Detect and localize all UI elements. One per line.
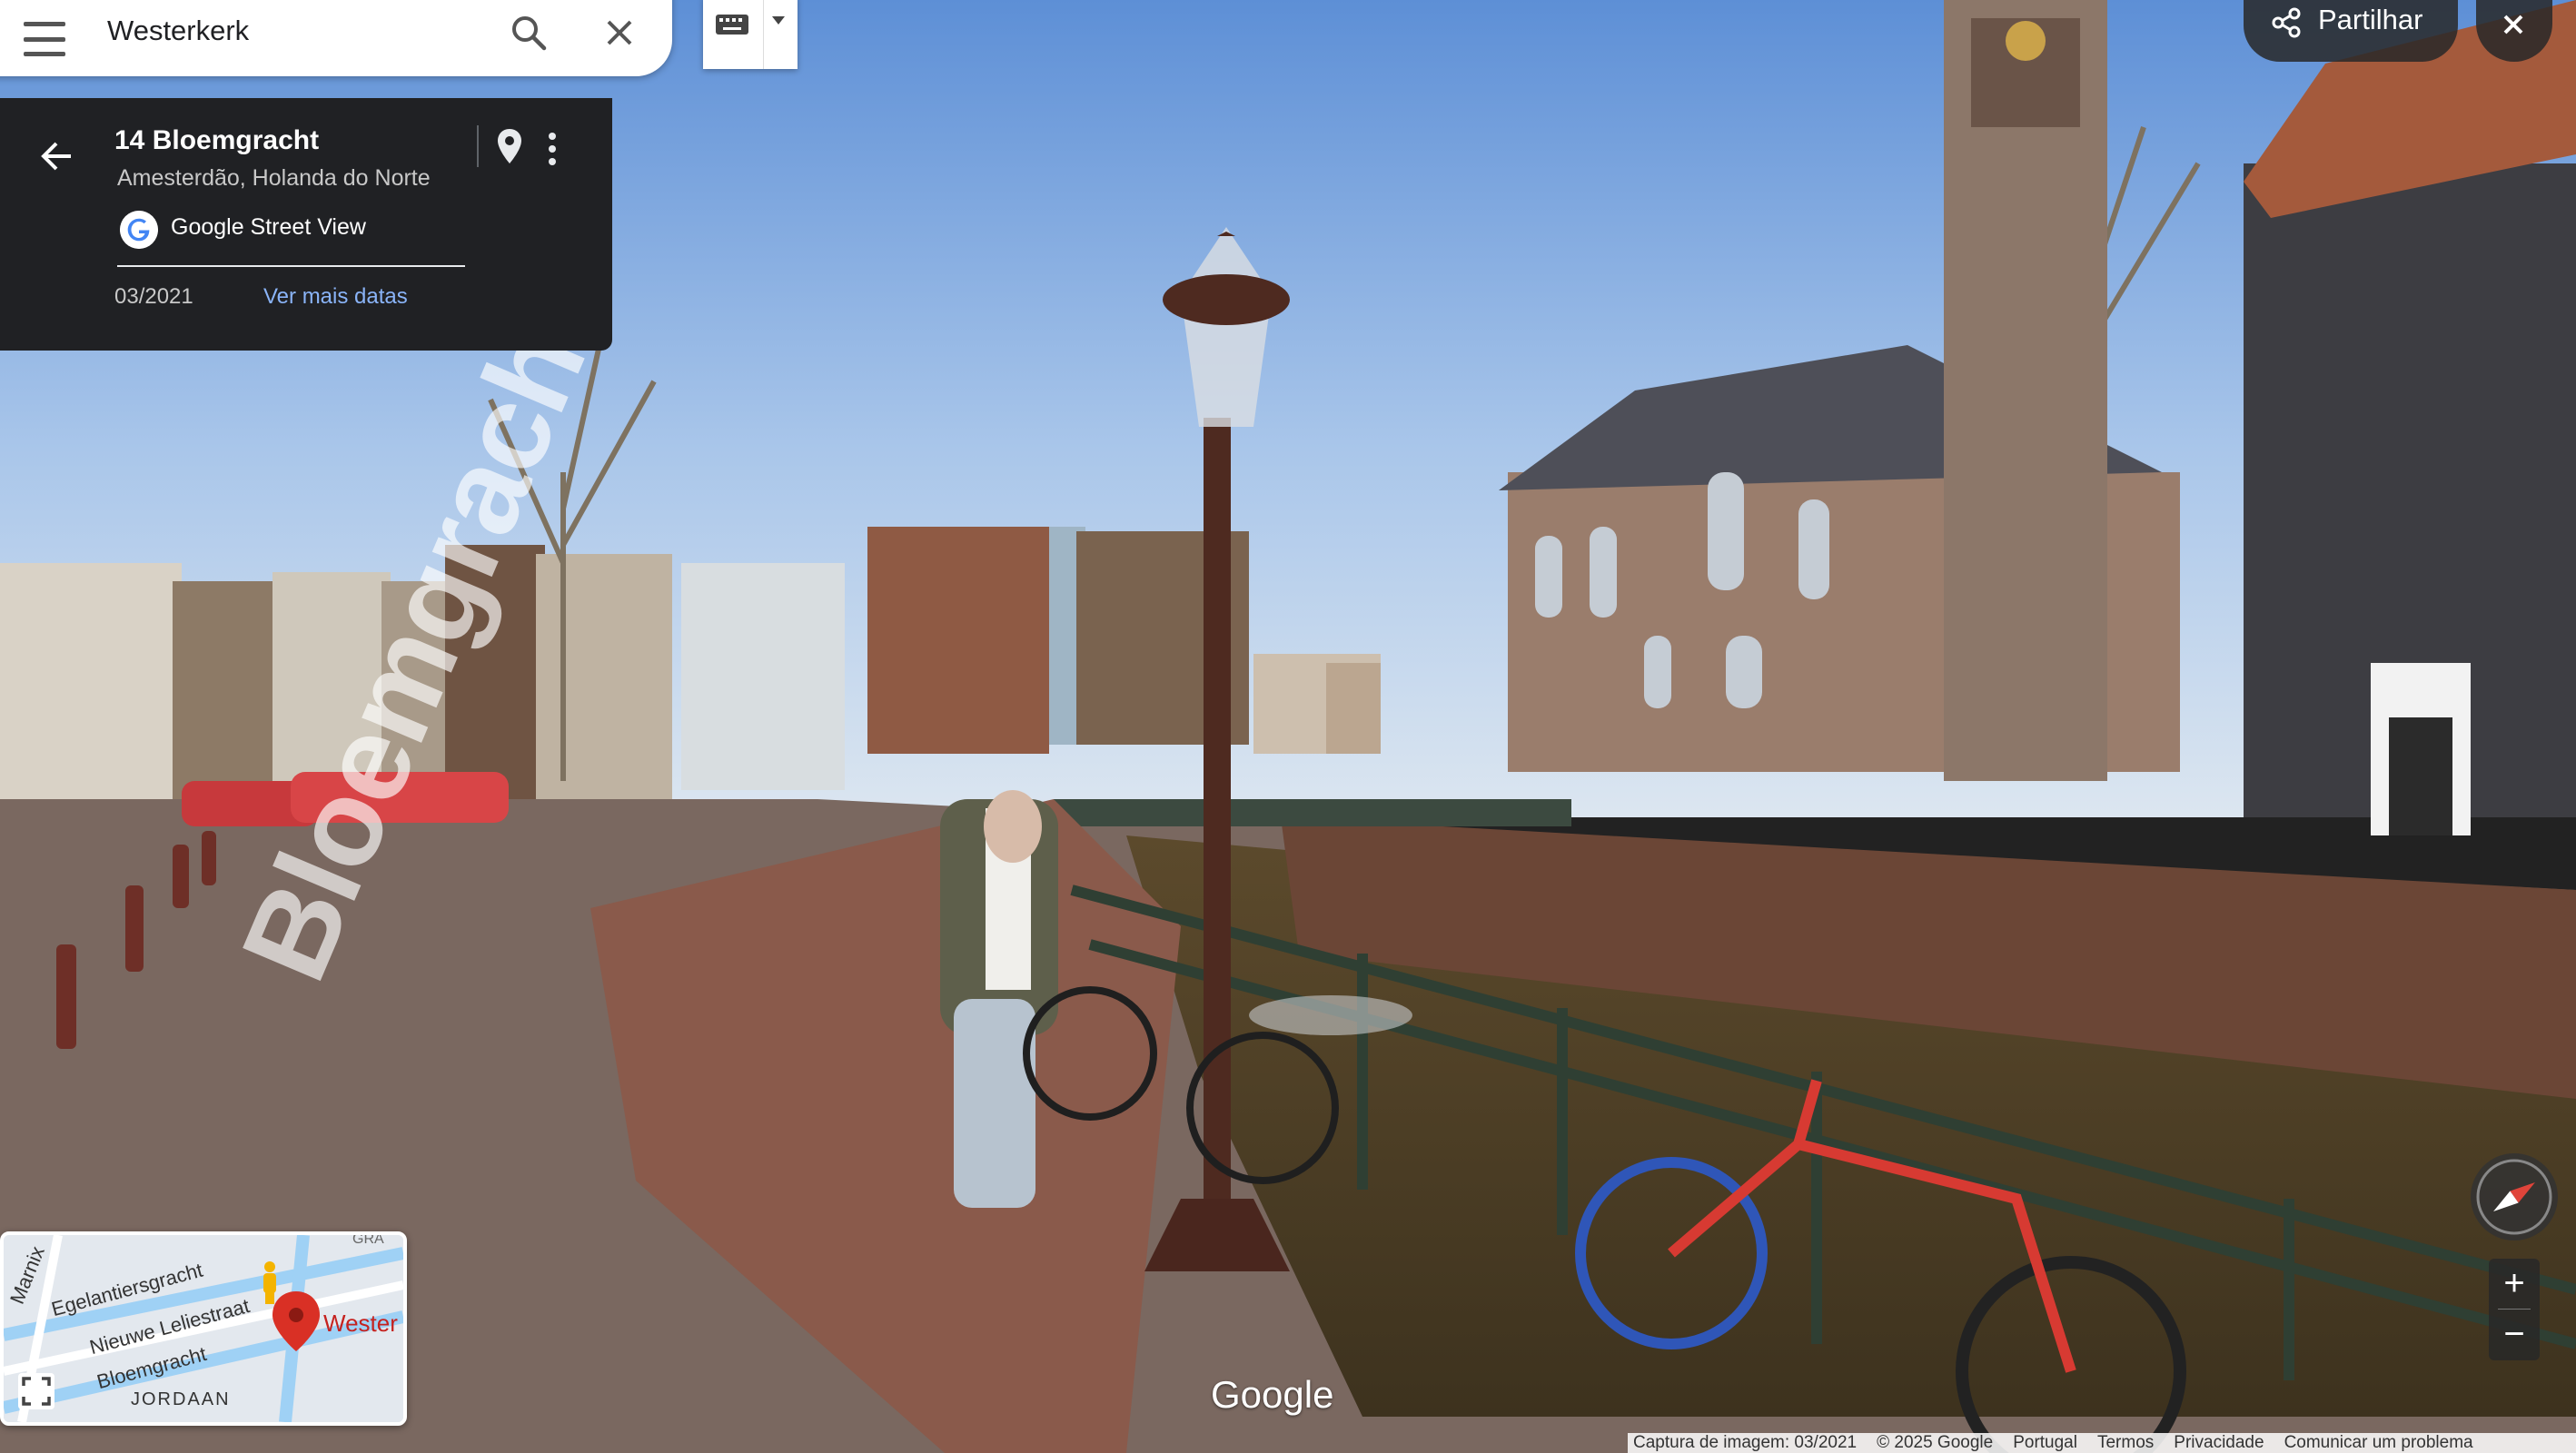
pegman-icon bbox=[263, 1261, 276, 1304]
pin-icon[interactable] bbox=[496, 127, 523, 165]
region-link[interactable]: Portugal bbox=[2013, 1433, 2077, 1453]
report-problem-link[interactable]: Comunicar um problema bbox=[2284, 1433, 2473, 1453]
corner-house-right bbox=[2244, 0, 2576, 835]
share-label: Partilhar bbox=[2318, 4, 2423, 35]
map-label: GRA bbox=[352, 1231, 384, 1247]
privacy-link[interactable]: Privacidade bbox=[2174, 1433, 2264, 1453]
see-more-dates-link[interactable]: Ver mais datas bbox=[263, 284, 408, 310]
back-arrow-icon[interactable] bbox=[36, 136, 76, 176]
more-vert-icon[interactable] bbox=[545, 131, 560, 167]
keyboard-icon bbox=[716, 15, 748, 35]
zoom-control: + − bbox=[2489, 1259, 2540, 1360]
attribution-footer: Captura de imagem: 03/2021 © 2025 Google… bbox=[1628, 1433, 2576, 1453]
location-info-card: 14 Bloemgracht Amesterdão, Holanda do No… bbox=[0, 98, 612, 351]
compass-icon bbox=[2476, 1159, 2552, 1235]
divider bbox=[477, 125, 479, 167]
map-label: JORDAAN bbox=[131, 1389, 231, 1409]
share-icon bbox=[2272, 7, 2301, 38]
search-icon[interactable] bbox=[509, 13, 549, 53]
capture-date-footer: Captura de imagem: 03/2021 bbox=[1633, 1433, 1858, 1452]
google-watermark: Google bbox=[1211, 1373, 1334, 1416]
terms-link[interactable]: Termos bbox=[2097, 1433, 2154, 1453]
share-button[interactable]: Partilhar bbox=[2244, 0, 2458, 62]
expand-icon[interactable] bbox=[18, 1373, 54, 1409]
location-subtitle: Amesterdão, Holanda do Norte bbox=[117, 165, 431, 191]
navigation-arrow bbox=[1249, 995, 1412, 1035]
google-g-icon bbox=[120, 211, 158, 249]
zoom-in-button[interactable]: + bbox=[2489, 1259, 2540, 1310]
compass-button[interactable] bbox=[2471, 1153, 2558, 1240]
map-label: Wester bbox=[323, 1310, 398, 1337]
capture-date: 03/2021 bbox=[114, 284, 193, 309]
copyright: © 2025 Google bbox=[1877, 1433, 1994, 1452]
imagery-source[interactable]: Google Street View bbox=[171, 214, 366, 241]
minimap[interactable]: Marnix Egelantiersgracht Nieuwe Leliestr… bbox=[0, 1231, 407, 1426]
search-query[interactable]: Westerkerk bbox=[107, 15, 249, 47]
close-icon bbox=[2503, 15, 2523, 35]
close-icon[interactable] bbox=[601, 15, 638, 51]
input-tools-button[interactable] bbox=[703, 0, 798, 69]
location-title: 14 Bloemgracht bbox=[114, 125, 320, 155]
search-bar: Westerkerk bbox=[0, 0, 672, 76]
chevron-down-icon[interactable] bbox=[772, 16, 785, 25]
divider bbox=[763, 0, 764, 69]
zoom-out-button[interactable]: − bbox=[2489, 1310, 2540, 1360]
menu-icon[interactable] bbox=[24, 18, 65, 60]
divider bbox=[117, 265, 465, 267]
bridge bbox=[1054, 799, 1571, 826]
